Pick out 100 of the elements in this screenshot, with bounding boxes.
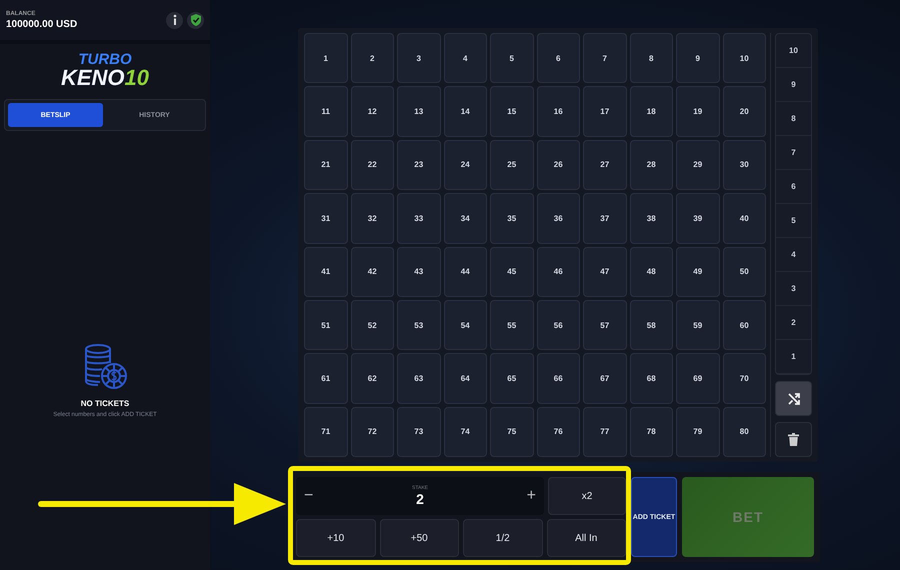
number-tile[interactable]: 29 [676, 140, 720, 190]
number-tile[interactable]: 58 [630, 300, 673, 350]
number-tile[interactable]: 51 [304, 300, 348, 350]
pick-count: 4 [776, 238, 811, 272]
number-tile[interactable]: 69 [676, 353, 720, 404]
number-tile[interactable]: 53 [397, 300, 440, 350]
number-tile[interactable]: 26 [536, 140, 580, 190]
number-tile[interactable]: 22 [350, 140, 394, 190]
number-tile[interactable]: 80 [722, 406, 766, 457]
number-tile[interactable]: 33 [397, 193, 440, 244]
trash-icon [788, 433, 799, 446]
quick-stake-button[interactable]: 1/2 [463, 519, 542, 557]
trash-button[interactable] [775, 422, 812, 457]
number-tile[interactable]: 61 [304, 353, 348, 404]
number-tile[interactable]: 66 [536, 353, 580, 404]
number-tile[interactable]: 13 [397, 86, 440, 137]
number-tile[interactable]: 16 [536, 86, 580, 137]
number-tile[interactable]: 78 [630, 406, 673, 457]
number-tile[interactable]: 39 [676, 193, 720, 244]
number-tile[interactable]: 48 [630, 246, 673, 297]
info-icon[interactable] [166, 12, 183, 28]
number-tile[interactable]: 15 [490, 86, 534, 137]
number-tile[interactable]: 6 [536, 33, 580, 84]
double-stake-button[interactable]: x2 [548, 477, 626, 515]
number-tile[interactable]: 14 [444, 86, 487, 137]
number-tile[interactable]: 65 [490, 353, 534, 404]
number-tile[interactable]: 55 [490, 300, 534, 350]
number-tile[interactable]: 45 [490, 246, 534, 297]
number-tile[interactable]: 44 [444, 246, 487, 297]
number-tile[interactable]: 3 [397, 33, 440, 84]
number-tile[interactable]: 72 [350, 406, 394, 457]
number-tile[interactable]: 25 [490, 140, 534, 190]
number-tile[interactable]: 27 [583, 140, 626, 190]
number-tile[interactable]: 77 [583, 406, 626, 457]
number-tile[interactable]: 21 [304, 140, 348, 190]
number-tile[interactable]: 60 [722, 300, 766, 350]
number-tile[interactable]: 54 [444, 300, 487, 350]
number-tile[interactable]: 5 [490, 33, 534, 84]
pick-count: 7 [776, 136, 811, 170]
number-tile[interactable]: 76 [536, 406, 580, 457]
number-tile[interactable]: 32 [350, 193, 394, 244]
number-tile[interactable]: 64 [444, 353, 487, 404]
number-tile[interactable]: 56 [536, 300, 580, 350]
quick-stake-button[interactable]: +50 [380, 519, 459, 557]
pick-count: 2 [776, 306, 811, 340]
minus-button[interactable]: − [304, 487, 314, 505]
number-tile[interactable]: 40 [722, 193, 766, 244]
number-tile[interactable]: 47 [583, 246, 626, 297]
number-tile[interactable]: 62 [350, 353, 394, 404]
number-tile[interactable]: 75 [490, 406, 534, 457]
number-tile[interactable]: 70 [722, 353, 766, 404]
number-tile[interactable]: 2 [350, 33, 394, 84]
quick-stake-button[interactable]: +10 [296, 519, 376, 557]
number-tile[interactable]: 24 [444, 140, 487, 190]
number-tile[interactable]: 37 [583, 193, 626, 244]
number-tile[interactable]: 34 [444, 193, 487, 244]
number-tile[interactable]: 31 [304, 193, 348, 244]
number-tile[interactable]: 49 [676, 246, 720, 297]
pick-count: 3 [776, 272, 811, 306]
pick-count: 9 [776, 68, 811, 102]
number-tile[interactable]: 30 [722, 140, 766, 190]
number-tile[interactable]: 35 [490, 193, 534, 244]
number-tile[interactable]: 23 [397, 140, 440, 190]
number-tile[interactable]: 79 [676, 406, 720, 457]
shield-icon[interactable] [187, 12, 204, 28]
number-tile[interactable]: 43 [397, 246, 440, 297]
number-tile[interactable]: 8 [630, 33, 673, 84]
number-tile[interactable]: 10 [722, 33, 766, 84]
number-tile[interactable]: 52 [350, 300, 394, 350]
number-tile[interactable]: 67 [583, 353, 626, 404]
number-tile[interactable]: 18 [630, 86, 673, 137]
number-tile[interactable]: 9 [676, 33, 720, 84]
number-tile[interactable]: 57 [583, 300, 626, 350]
number-tile[interactable]: 63 [397, 353, 440, 404]
number-tile[interactable]: 20 [722, 86, 766, 137]
number-tile[interactable]: 4 [444, 33, 487, 84]
number-tile[interactable]: 68 [630, 353, 673, 404]
number-tile[interactable]: 74 [444, 406, 487, 457]
number-tile[interactable]: 50 [722, 246, 766, 297]
number-tile[interactable]: 1 [304, 33, 348, 84]
number-tile[interactable]: 36 [536, 193, 580, 244]
pick-count: 1 [776, 340, 811, 374]
number-tile[interactable]: 17 [583, 86, 626, 137]
number-tile[interactable]: 41 [304, 246, 348, 297]
shuffle-button[interactable] [775, 381, 812, 416]
number-tile[interactable]: 42 [350, 246, 394, 297]
number-tile[interactable]: 11 [304, 86, 348, 137]
number-tile[interactable]: 28 [630, 140, 673, 190]
number-tile[interactable]: 7 [583, 33, 626, 84]
number-tile[interactable]: 59 [676, 300, 720, 350]
number-tile[interactable]: 38 [630, 193, 673, 244]
number-tile[interactable]: 73 [397, 406, 440, 457]
number-tile[interactable]: 19 [676, 86, 720, 137]
coins-icon [82, 343, 128, 391]
number-tile[interactable]: 46 [536, 246, 580, 297]
quick-stake-button[interactable]: All In [546, 519, 626, 557]
number-tile[interactable]: 71 [304, 406, 348, 457]
plus-button[interactable]: + [526, 487, 536, 505]
number-tile[interactable]: 12 [350, 86, 394, 137]
pick-count: 10 [776, 34, 811, 68]
